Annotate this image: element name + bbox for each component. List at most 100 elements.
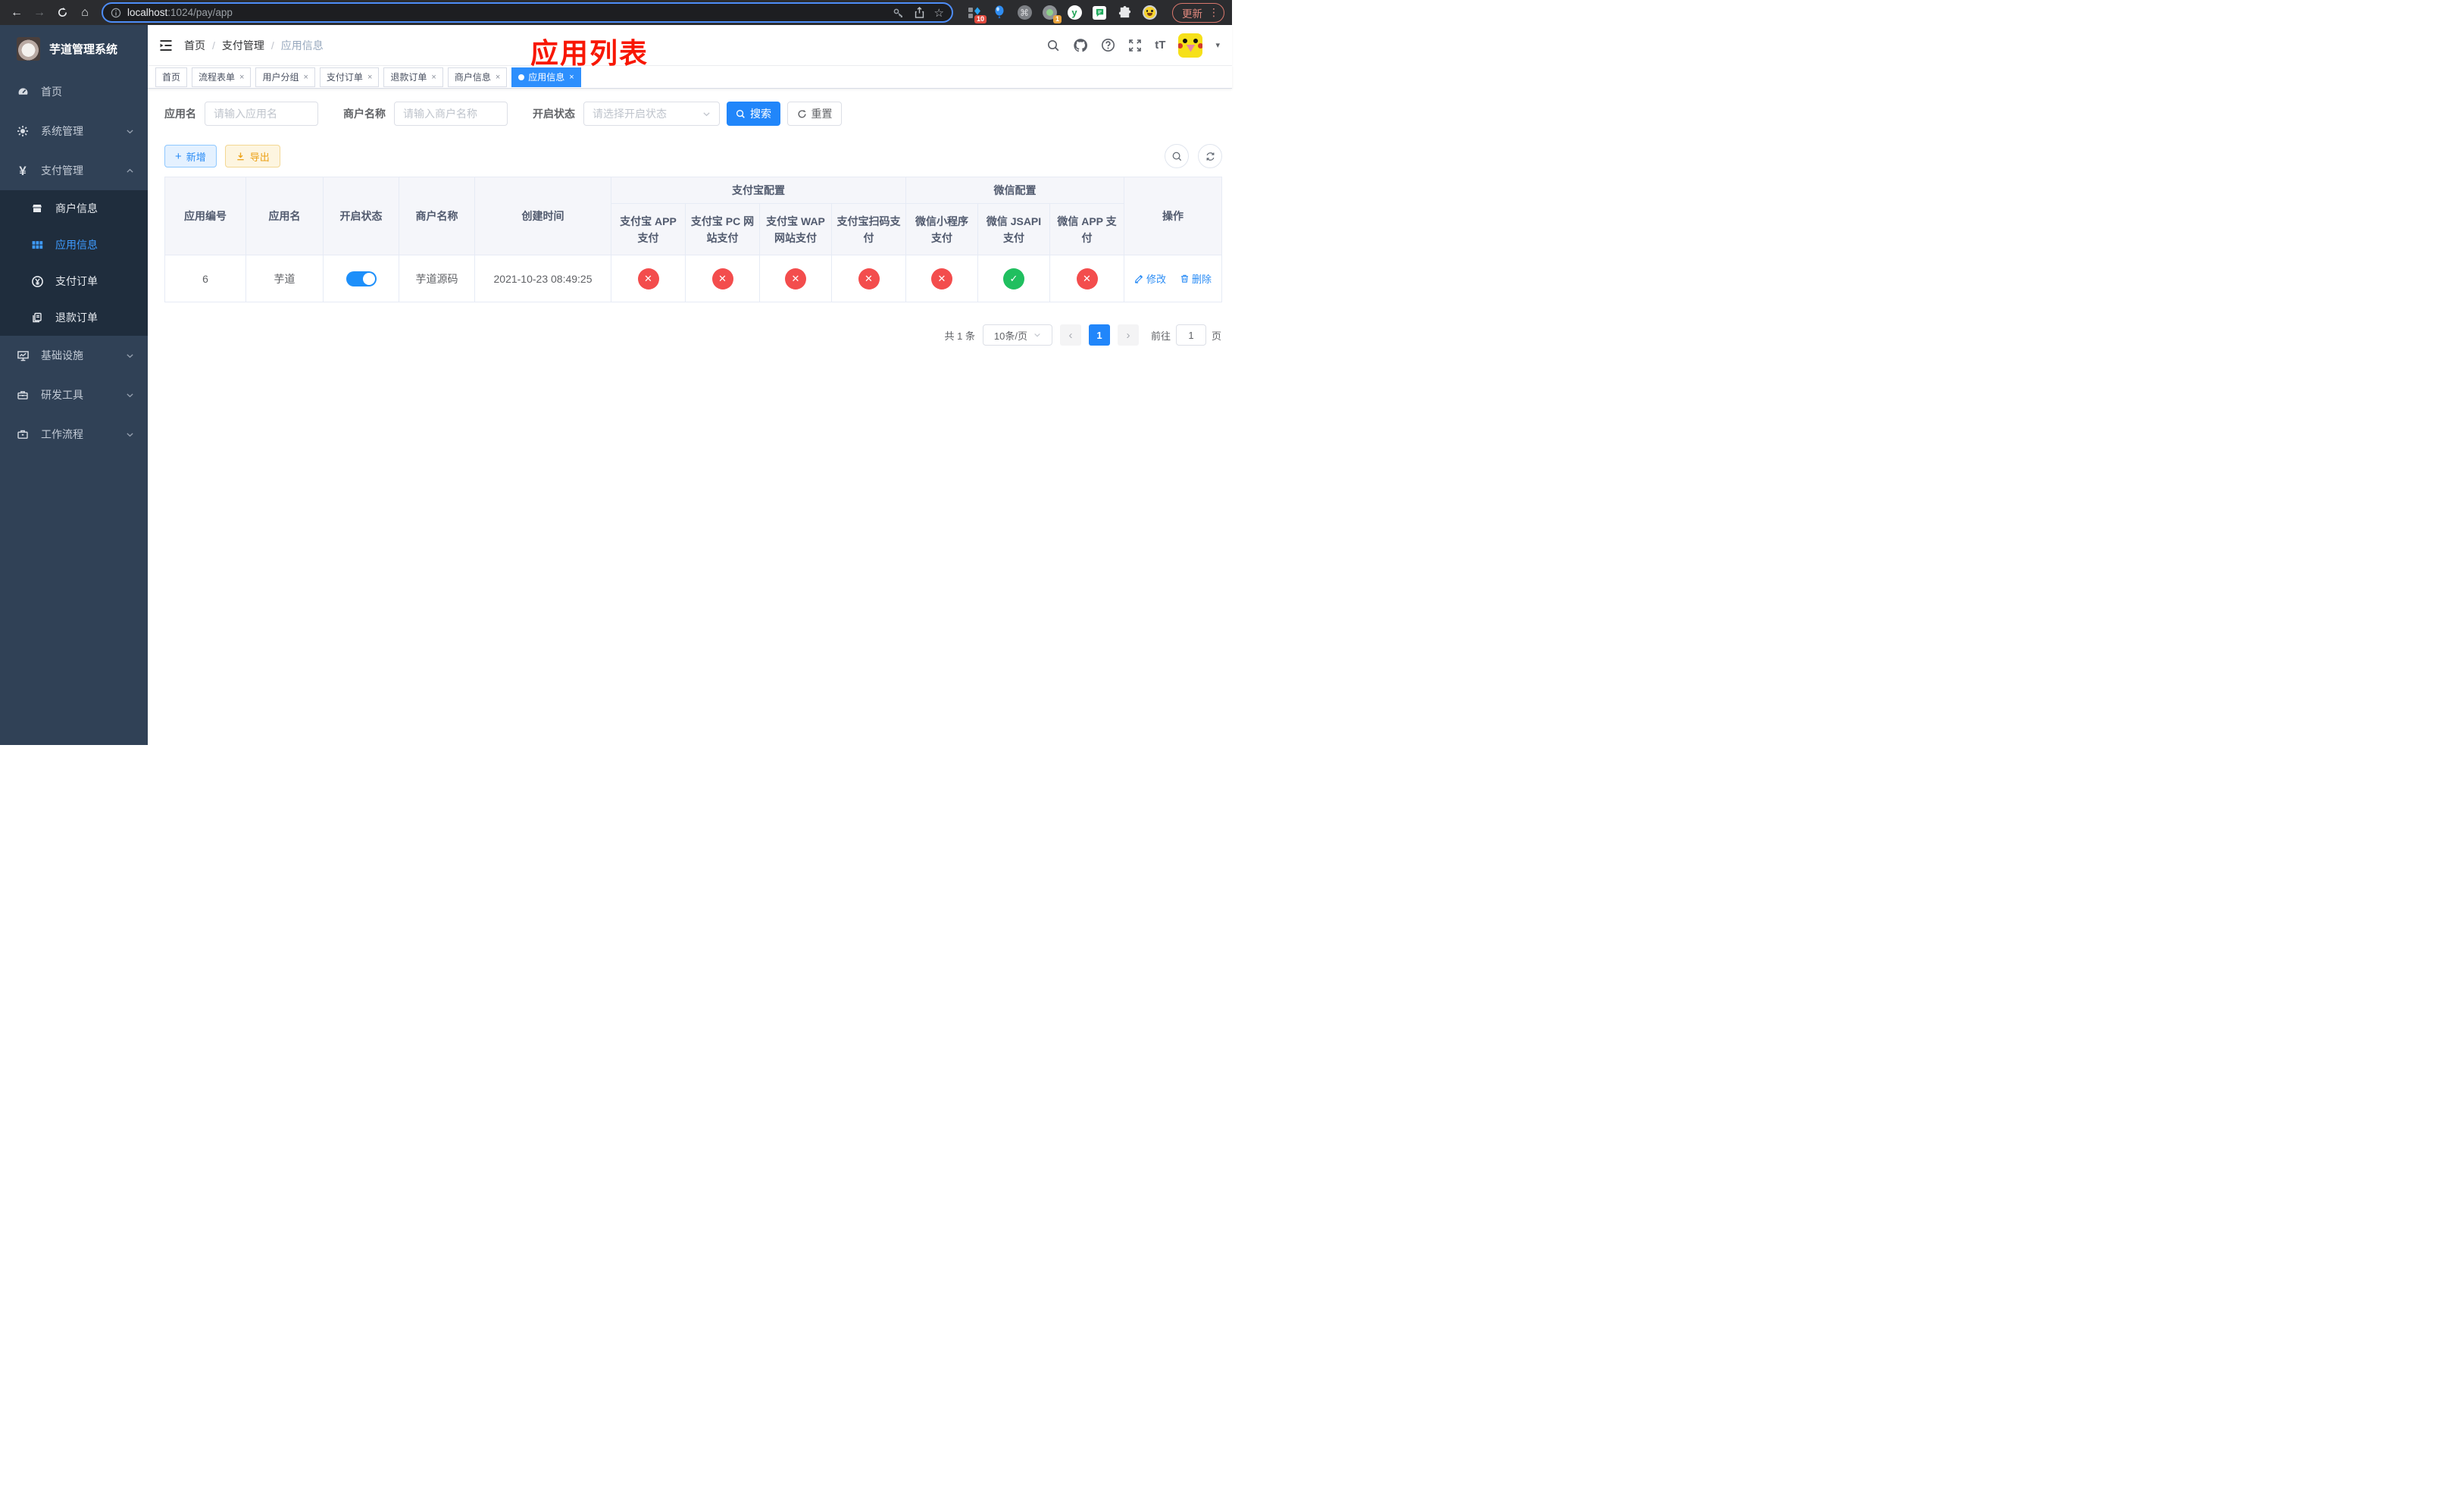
user-menu-caret-icon[interactable]: ▾ — [1215, 40, 1220, 50]
site-info-icon[interactable] — [111, 8, 121, 18]
goto-page-input[interactable] — [1175, 324, 1206, 346]
cell-alipay-app: ✕ — [611, 255, 686, 302]
browser-back-button[interactable]: ← — [8, 4, 26, 22]
gear-icon — [16, 125, 30, 137]
plus-icon: + — [175, 149, 182, 163]
sidebar-item-payment[interactable]: ¥ 支付管理 — [0, 151, 148, 190]
app-name-input[interactable]: 请输入应用名 — [205, 102, 318, 126]
browser-reload-button[interactable] — [53, 4, 71, 22]
refresh-table-button[interactable] — [1198, 144, 1222, 168]
status-select[interactable]: 请选择开启状态 — [583, 102, 720, 126]
extensions-area: 10 ⌘ 1 y — [958, 5, 1166, 23]
tab-payment-orders[interactable]: 支付订单 × — [319, 67, 380, 87]
puzzle-glyph — [1118, 5, 1130, 18]
breadcrumb-separator: / — [212, 39, 215, 52]
tab-refund-orders[interactable]: 退款订单 × — [383, 67, 443, 87]
extension-command-icon[interactable]: ⌘ — [1017, 5, 1032, 20]
chevron-down-icon — [126, 352, 134, 360]
browser-home-button[interactable]: ⌂ — [76, 4, 94, 22]
col-merchant: 商户名称 — [399, 177, 475, 255]
search-icon[interactable] — [1046, 39, 1060, 52]
tab-process-form[interactable]: 流程表单 × — [192, 67, 252, 87]
merchant-name-input[interactable]: 请输入商户名称 — [394, 102, 508, 126]
current-page-button[interactable]: 1 — [1088, 324, 1110, 346]
page-size-value: 10条/页 — [993, 330, 1027, 342]
fullscreen-icon[interactable] — [1128, 39, 1142, 52]
tab-merchant-info[interactable]: 商户信息 × — [447, 67, 508, 87]
refresh-icon — [797, 109, 806, 118]
sidebar-item-refund-orders[interactable]: 退款订单 — [0, 299, 148, 336]
sidebar-item-home[interactable]: 首页 — [0, 72, 148, 111]
chevron-up-icon — [126, 167, 134, 175]
chrome-update-button[interactable]: 更新 ⋮ — [1172, 2, 1224, 23]
close-icon[interactable]: × — [431, 73, 436, 82]
toggle-search-button[interactable] — [1165, 144, 1189, 168]
help-icon[interactable] — [1101, 38, 1115, 52]
page-size-select[interactable]: 10条/页 — [982, 324, 1052, 346]
browser-forward-button[interactable]: → — [30, 4, 48, 22]
sidebar-item-label: 研发工具 — [41, 389, 83, 401]
search-button[interactable]: 搜索 — [727, 102, 780, 126]
add-button[interactable]: + 新增 — [164, 145, 217, 167]
reset-button[interactable]: 重置 — [787, 102, 842, 126]
sidebar-item-label: 应用信息 — [55, 239, 98, 251]
url-path: :1024/pay/app — [167, 7, 233, 18]
close-icon[interactable]: × — [569, 73, 574, 82]
browser-toolbar: ← → ⌂ localhost:1024/pay/app ☆ 10 ⌘ 1 y — [0, 0, 1232, 25]
page-unit-label: 页 — [1211, 330, 1221, 342]
cell-wechat-jsapi: ✓ — [977, 255, 1050, 302]
breadcrumb: 首页 / 支付管理 / 应用信息 — [184, 38, 324, 53]
user-avatar[interactable] — [1178, 33, 1203, 58]
col-app-name: 应用名 — [245, 177, 324, 255]
share-icon[interactable] — [914, 6, 925, 19]
app-logo-row[interactable]: 芋道管理系统 — [0, 25, 148, 72]
yuque-glyph: y — [1067, 5, 1082, 20]
close-icon[interactable]: × — [239, 73, 244, 82]
chevron-down-icon — [1034, 333, 1040, 337]
extension-chat-icon[interactable] — [1092, 5, 1107, 20]
cell-alipay-pc: ✕ — [685, 255, 760, 302]
extension-tango-icon[interactable]: 10 — [967, 5, 987, 23]
close-icon[interactable]: × — [496, 73, 500, 82]
col-wechat-app: 微信 APP 支付 — [1049, 203, 1124, 255]
close-icon[interactable]: × — [303, 73, 308, 82]
breadcrumb-home[interactable]: 首页 — [184, 38, 205, 53]
password-key-icon[interactable] — [893, 7, 905, 19]
breadcrumb-payment[interactable]: 支付管理 — [222, 38, 264, 53]
github-icon[interactable] — [1073, 38, 1088, 52]
bookmark-star-icon[interactable]: ☆ — [934, 6, 944, 20]
tab-label: 应用信息 — [528, 72, 565, 83]
next-page-button[interactable]: › — [1117, 324, 1139, 346]
url-text[interactable]: localhost:1024/pay/app — [127, 7, 233, 18]
sidebar-item-merchant-info[interactable]: 商户信息 — [0, 190, 148, 227]
sidebar-item-dev-tools[interactable]: 研发工具 — [0, 375, 148, 415]
app-name-label: 应用名 — [164, 108, 196, 120]
sidebar-item-workflow[interactable]: 工作流程 — [0, 415, 148, 454]
extension-balloon-icon[interactable] — [992, 5, 1007, 20]
tab-label: 退款订单 — [390, 72, 427, 83]
sidebar-item-app-info[interactable]: 应用信息 — [0, 227, 148, 263]
profile-emoji-icon[interactable] — [1142, 5, 1157, 20]
export-button[interactable]: 导出 — [224, 145, 280, 167]
prev-page-button[interactable]: ‹ — [1059, 324, 1081, 346]
button-label: 导出 — [249, 151, 270, 163]
close-icon[interactable]: × — [367, 73, 372, 82]
tab-home[interactable]: 首页 — [155, 67, 188, 87]
enabled-switch[interactable] — [346, 271, 377, 286]
sidebar-collapse-icon[interactable] — [158, 38, 174, 53]
sidebar-item-infrastructure[interactable]: 基础设施 — [0, 336, 148, 375]
tab-user-group[interactable]: 用户分组 × — [255, 67, 315, 87]
delete-link[interactable]: 删除 — [1180, 271, 1212, 286]
address-bar[interactable]: localhost:1024/pay/app ☆ — [102, 2, 953, 23]
extension-recorder-icon[interactable]: 1 — [1042, 5, 1062, 23]
cell-created: 2021-10-23 08:49:25 — [474, 255, 611, 302]
extensions-puzzle-icon[interactable] — [1117, 5, 1132, 20]
chrome-menu-icon[interactable]: ⋮ — [1209, 6, 1219, 19]
page-content: 应用名 请输入应用名 商户名称 请输入商户名称 开启状态 请选择开启状态 搜索 … — [148, 89, 1232, 745]
font-size-icon[interactable]: tT — [1155, 39, 1165, 52]
sidebar-item-system[interactable]: 系统管理 — [0, 111, 148, 151]
edit-link[interactable]: 修改 — [1134, 271, 1166, 286]
cell-merchant: 芋道源码 — [399, 255, 475, 302]
extension-yuque-icon[interactable]: y — [1067, 5, 1082, 20]
sidebar-item-payment-orders[interactable]: 支付订单 — [0, 263, 148, 299]
